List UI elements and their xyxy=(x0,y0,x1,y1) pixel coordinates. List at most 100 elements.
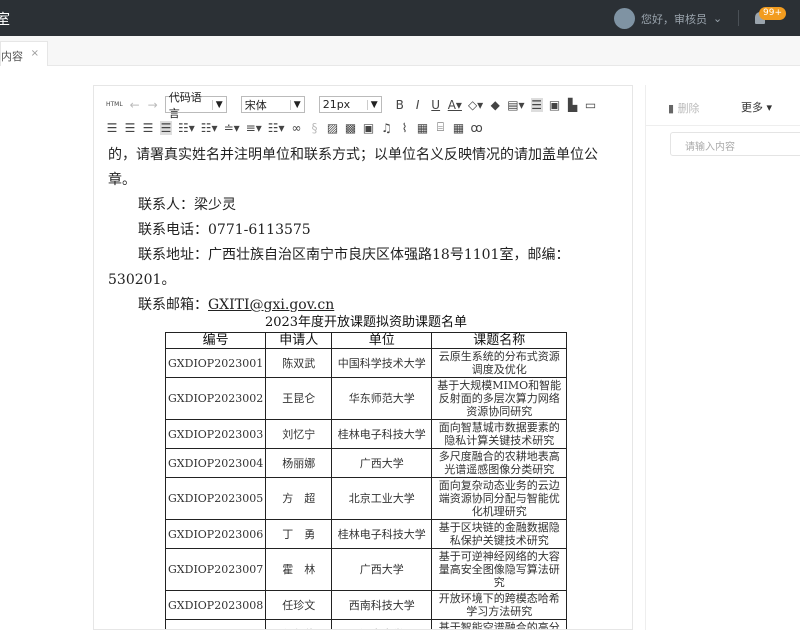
institution-cell: 华东师范大学 xyxy=(331,377,433,420)
avatar xyxy=(614,8,635,29)
tab-content[interactable]: 内容 × xyxy=(0,41,48,66)
attachment-icon[interactable]: ⌇ xyxy=(399,121,411,135)
applicant-cell: 丁 勇 xyxy=(265,519,333,549)
institution-cell: 湖南大学 xyxy=(331,619,433,629)
code-cell: GXDIOP2023004 xyxy=(164,448,267,478)
code-cell: GXDIOP2023007 xyxy=(164,548,267,591)
code-language-select[interactable]: 代码语言 ▼ xyxy=(164,91,227,120)
table-title: 2023年度开放课题拟资助课题名单 xyxy=(264,315,468,330)
underline-icon[interactable]: U xyxy=(430,98,442,112)
link-icon[interactable]: ∞ xyxy=(291,121,303,135)
side-panel: ▮ 删除 更多 ▾ 请输入内容 xyxy=(645,85,800,630)
column-header: 编号 xyxy=(164,332,267,349)
user-menu[interactable]: 您好，审核员 ⌄ xyxy=(614,8,722,29)
paragraph-format-icon[interactable]: ▤▾ xyxy=(507,98,524,112)
indent-list-icon[interactable]: ☷▾ xyxy=(268,121,285,135)
tab-bar: 内容 × xyxy=(0,36,800,66)
paragraph-spacing-icon[interactable]: ≡▾ xyxy=(246,121,262,135)
applicant-cell: 任珍文 xyxy=(265,590,333,620)
institution-cell: 桂林电子科技大学 xyxy=(331,419,433,449)
preview-icon[interactable]: ▭ xyxy=(585,98,597,112)
html-source-button[interactable]: HTML xyxy=(106,101,123,108)
search-replace-icon[interactable]: ꝏ xyxy=(471,121,483,135)
column-header: 课题名称 xyxy=(431,332,568,349)
font-size-select[interactable]: 21px ▼ xyxy=(318,96,382,113)
rich-text-editor[interactable]: HTML ← → 代码语言 ▼ 宋体 ▼ 21px ▼ B I U A▾ ◇▾ ◆ ▤… xyxy=(93,85,633,630)
topic-cell: 基于大规模MIMO和智能反射面的多层次算力网络资源协同研究 xyxy=(431,377,568,420)
editor-content[interactable]: 的，请署真实姓名并注明单位和联系方式；以单位名义反映情况的请加盖单位公章。 联系… xyxy=(108,143,623,318)
tab-label: 内容 xyxy=(1,50,23,63)
topic-cell: 基于区块链的金融数据隐私保护关键技术研究 xyxy=(431,519,568,549)
background-color-icon[interactable]: ◇▾ xyxy=(468,98,483,112)
ordered-list-icon[interactable]: ☷▾ xyxy=(178,121,195,135)
applicant-cell: 刘忆宁 xyxy=(265,419,333,449)
video-icon[interactable]: ▣ xyxy=(363,121,375,135)
code-language-value: 代码语言 xyxy=(168,90,202,120)
align-left-icon[interactable]: ☰ xyxy=(106,121,118,135)
chevron-down-icon: ⌄ xyxy=(713,12,723,25)
topic-cell: 开放环境下的跨模态哈希学习方法研究 xyxy=(431,590,568,620)
table-row: GXDIOP2023008 任珍文 西南科技大学 开放环境下的跨模态哈希学习方法研究 xyxy=(164,590,568,620)
table-header-row: 编号 申请人 单位 课题名称 xyxy=(164,332,568,349)
table-row: GXDIOP2023003 刘忆宁 桂林电子科技大学 面向智慧城市数据要素的隐私计算关… xyxy=(164,419,568,449)
close-icon[interactable]: × xyxy=(31,48,39,59)
notification-badge: 99+ xyxy=(759,7,786,20)
applicant-cell: 王昆仑 xyxy=(265,377,333,420)
bold-icon[interactable]: B xyxy=(394,98,406,112)
table-row: GXDIOP2023002 王昆仑 华东师范大学 基于大规模MIMO和智能反射面的多层… xyxy=(164,377,568,420)
align-justify-icon[interactable]: ☰ xyxy=(160,120,172,135)
font-family-select[interactable]: 宋体 ▼ xyxy=(240,96,305,113)
user-greeting: 您好，审核员 xyxy=(641,12,707,26)
trash-icon: ▮ xyxy=(668,102,675,115)
more-dropdown[interactable]: 更多 ▾ xyxy=(741,99,772,115)
italic-icon[interactable]: I xyxy=(412,98,424,112)
paragraph: 的，请署真实姓名并注明单位和联系方式；以单位名义反映情况的请加盖单位公章。 xyxy=(108,147,598,188)
music-icon[interactable]: ♫ xyxy=(381,121,393,135)
align-right-icon[interactable]: ☰ xyxy=(142,121,154,135)
template-icon[interactable]: ▦ xyxy=(417,121,429,135)
institution-cell: 广西大学 xyxy=(331,548,433,591)
unlink-icon[interactable]: § xyxy=(309,121,321,135)
code-cell: GXDIOP2023003 xyxy=(164,419,267,449)
content-input[interactable]: 请输入内容 xyxy=(670,132,800,156)
table-row: GXDIOP2023005 方 超北京工业大学 面向复杂动态业务的云边端资源协同分配… xyxy=(164,477,568,520)
divider xyxy=(738,10,739,26)
paste-icon[interactable]: ▣ xyxy=(549,98,561,112)
code-cell: GXDIOP2023009 xyxy=(164,619,267,629)
institution-cell: 桂林电子科技大学 xyxy=(331,519,433,549)
contact-person: 联系人：梁少灵 xyxy=(138,197,236,213)
dropdown-arrow-icon: ▼ xyxy=(211,99,223,110)
delete-button[interactable]: ▮ 删除 xyxy=(668,100,700,116)
applicant-cell: 佃仁伟 xyxy=(265,619,333,629)
code-cell: GXDIOP2023005 xyxy=(164,477,267,520)
topic-cell: 基于可逆神经网络的大容量高安全图像隐写算法研究 xyxy=(431,548,568,591)
unordered-list-icon[interactable]: ☷▾ xyxy=(201,121,218,135)
divider xyxy=(646,125,800,126)
contact-address: 联系地址：广西壮族自治区南宁市良庆区体强路18号1101室，邮编：530201。 xyxy=(108,247,570,288)
image-icon[interactable]: ▨ xyxy=(327,121,339,135)
delete-label: 删除 xyxy=(677,102,700,115)
page-break-icon[interactable]: ⌸ xyxy=(435,120,447,135)
applicant-cell: 霍 林 xyxy=(265,548,333,591)
topic-cell: 面向复杂动态业务的云边端资源协同分配与智能优化机理研究 xyxy=(431,477,568,520)
font-family-value: 宋体 xyxy=(244,98,267,112)
code-cell: GXDIOP2023006 xyxy=(164,519,267,549)
redo-icon[interactable]: → xyxy=(147,98,159,112)
applicant-cell: 方 超 xyxy=(265,477,333,520)
column-header: 单位 xyxy=(331,332,433,349)
applicant-cell: 陈双武 xyxy=(265,348,333,378)
undo-icon[interactable]: ← xyxy=(129,98,141,112)
align-center-icon[interactable]: ☰ xyxy=(124,121,136,135)
table-icon[interactable]: ▦ xyxy=(453,121,465,135)
institution-cell: 北京工业大学 xyxy=(331,477,433,520)
multi-image-icon[interactable]: ▩ xyxy=(345,121,357,135)
eraser-icon[interactable]: ◆ xyxy=(489,98,501,112)
app-title: 室 xyxy=(0,12,10,28)
topic-cell: 多尺度融合的农耕地表高光谱遥感图像分类研究 xyxy=(431,448,568,478)
font-color-icon[interactable]: A▾ xyxy=(448,98,462,112)
code-cell: GXDIOP2023008 xyxy=(164,590,267,620)
line-height-icon[interactable]: ≐▾ xyxy=(224,121,240,135)
format-painter-icon[interactable]: ▙ xyxy=(567,98,579,112)
contact-phone: 联系电话：0771-6113575 xyxy=(138,222,311,238)
indent-icon[interactable]: ☰ xyxy=(530,97,543,112)
